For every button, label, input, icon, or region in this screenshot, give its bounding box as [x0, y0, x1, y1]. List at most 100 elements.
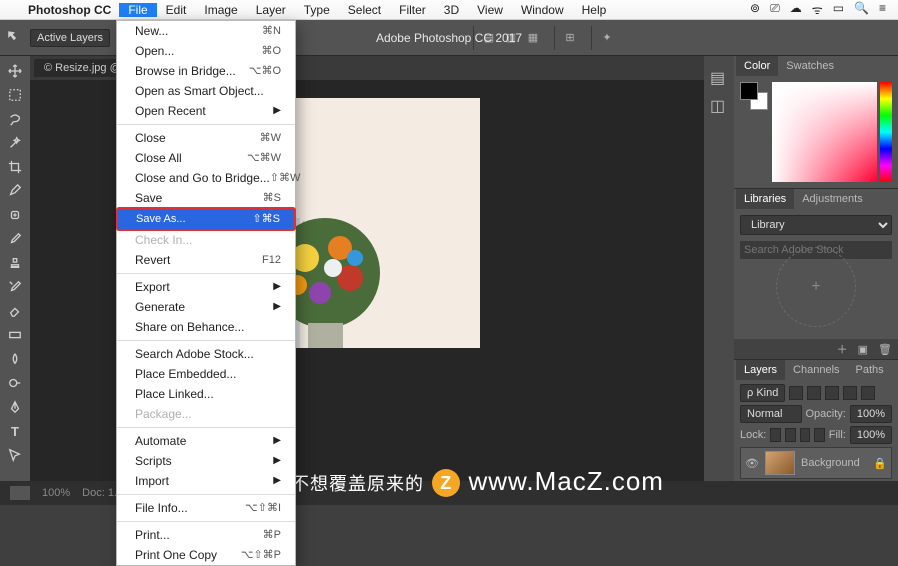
add-icon[interactable]: ＋ — [837, 341, 848, 357]
fill-value[interactable]: 100% — [850, 426, 892, 444]
history-icon[interactable]: ▤ — [710, 68, 728, 86]
file-menu-close-and-go-to-bridge[interactable]: Close and Go to Bridge...⇧⌘W — [117, 168, 295, 188]
filter-shape-icon[interactable] — [843, 386, 857, 400]
tab-libraries[interactable]: Libraries — [736, 189, 794, 209]
align-left-icon[interactable]: ▤ — [480, 29, 498, 47]
file-menu-search-adobe-stock[interactable]: Search Adobe Stock... — [117, 344, 295, 364]
file-menu-new[interactable]: New...⌘N — [117, 21, 295, 41]
wand-tool[interactable] — [3, 132, 27, 154]
foreground-background-swatch[interactable] — [740, 82, 768, 110]
dodge-tool[interactable] — [3, 372, 27, 394]
file-menu-import[interactable]: Import▶ — [117, 471, 295, 491]
file-menu-share-on-behance[interactable]: Share on Behance... — [117, 317, 295, 337]
lock-all-icon[interactable] — [814, 428, 825, 442]
brush-tool[interactable] — [3, 228, 27, 250]
menu-view[interactable]: View — [468, 3, 512, 17]
lock-position-icon[interactable] — [800, 428, 811, 442]
add-to-library-drop[interactable]: + — [776, 247, 856, 327]
menu-filter[interactable]: Filter — [390, 3, 435, 17]
file-menu-save-as[interactable]: Save As...⇧⌘S — [117, 208, 295, 230]
file-menu-file-info[interactable]: File Info...⌥⇧⌘I — [117, 498, 295, 518]
filter-adjust-icon[interactable] — [807, 386, 821, 400]
tab-paths[interactable]: Paths — [848, 360, 892, 380]
visibility-icon[interactable]: 👁 — [745, 457, 759, 470]
tab-adjustments[interactable]: Adjustments — [794, 189, 871, 209]
blur-tool[interactable] — [3, 348, 27, 370]
stock-icon[interactable]: ▣ — [858, 343, 868, 356]
file-menu-print-one-copy[interactable]: Print One Copy⌥⇧⌘P — [117, 545, 295, 565]
file-menu-generate[interactable]: Generate▶ — [117, 297, 295, 317]
3d-mode-icon[interactable]: ✦ — [598, 29, 616, 47]
blend-mode-select[interactable]: Normal — [740, 405, 802, 423]
filter-type-icon[interactable] — [825, 386, 839, 400]
crop-tool[interactable] — [3, 156, 27, 178]
hue-slider[interactable] — [880, 82, 892, 182]
library-select[interactable]: Library — [740, 215, 892, 235]
menu-select[interactable]: Select — [339, 3, 390, 17]
file-menu-place-linked[interactable]: Place Linked... — [117, 384, 295, 404]
search-icon[interactable]: 🔍 — [854, 1, 869, 18]
file-menu-open-as-smart-object[interactable]: Open as Smart Object... — [117, 81, 295, 101]
lock-pixels-icon[interactable] — [785, 428, 796, 442]
file-menu-open-recent[interactable]: Open Recent▶ — [117, 101, 295, 121]
wifi-icon[interactable]: ᯤ — [812, 1, 823, 18]
menu-type[interactable]: Type — [295, 3, 339, 17]
eraser-tool[interactable] — [3, 300, 27, 322]
pen-tool[interactable] — [3, 396, 27, 418]
trash-icon[interactable]: 🗑 — [878, 343, 892, 356]
move-tool-icon[interactable] — [6, 29, 24, 47]
gradient-tool[interactable] — [3, 324, 27, 346]
healing-tool[interactable] — [3, 204, 27, 226]
align-right-icon[interactable]: ▦ — [524, 29, 542, 47]
menu-3d[interactable]: 3D — [435, 3, 468, 17]
battery-icon[interactable]: ▭ — [833, 1, 844, 18]
display-icon[interactable]: ⎚ — [770, 1, 780, 18]
file-menu-print[interactable]: Print...⌘P — [117, 525, 295, 545]
filter-pixel-icon[interactable] — [789, 386, 803, 400]
file-menu-export[interactable]: Export▶ — [117, 277, 295, 297]
lock-icon[interactable]: 🔒 — [873, 457, 887, 470]
tab-layers[interactable]: Layers — [736, 360, 785, 380]
file-menu-scripts[interactable]: Scripts▶ — [117, 451, 295, 471]
color-picker[interactable] — [772, 82, 877, 182]
menu-window[interactable]: Window — [512, 3, 573, 17]
file-menu-close-all[interactable]: Close All⌥⌘W — [117, 148, 295, 168]
lasso-tool[interactable] — [3, 108, 27, 130]
menu-edit[interactable]: Edit — [157, 3, 196, 17]
menu-help[interactable]: Help — [573, 3, 616, 17]
file-menu-revert[interactable]: RevertF12 — [117, 250, 295, 270]
menu-layer[interactable]: Layer — [247, 3, 295, 17]
marquee-tool[interactable] — [3, 84, 27, 106]
layer-item-background[interactable]: 👁 Background 🔒 — [740, 447, 892, 479]
file-menu-browse-in-bridge[interactable]: Browse in Bridge...⌥⌘O — [117, 61, 295, 81]
file-menu-save[interactable]: Save⌘S — [117, 188, 295, 208]
tab-channels[interactable]: Channels — [785, 360, 847, 380]
tab-color[interactable]: Color — [736, 56, 778, 76]
menu-icon[interactable]: ≡ — [879, 1, 886, 18]
file-menu-place-embedded[interactable]: Place Embedded... — [117, 364, 295, 384]
layer-select[interactable]: Active Layers — [30, 29, 110, 47]
move-tool[interactable] — [3, 60, 27, 82]
stamp-tool[interactable] — [3, 252, 27, 274]
align-center-icon[interactable]: ▥ — [502, 29, 520, 47]
filter-smart-icon[interactable] — [861, 386, 875, 400]
file-menu-automate[interactable]: Automate▶ — [117, 431, 295, 451]
tab-swatches[interactable]: Swatches — [778, 56, 842, 76]
eyedropper-tool[interactable] — [3, 180, 27, 202]
menu-image[interactable]: Image — [195, 3, 246, 17]
app-name[interactable]: Photoshop CC — [20, 3, 119, 17]
distribute-icon[interactable]: ⊞ — [561, 29, 579, 47]
cloud-icon[interactable]: ☁ — [790, 1, 802, 18]
type-tool[interactable]: T — [3, 420, 27, 442]
file-menu-open[interactable]: Open...⌘O — [117, 41, 295, 61]
layer-kind-select[interactable]: ρ Kind — [740, 384, 785, 402]
history-brush-tool[interactable] — [3, 276, 27, 298]
menu-file[interactable]: File — [119, 3, 156, 17]
opacity-value[interactable]: 100% — [850, 405, 892, 423]
layer-thumbnail[interactable] — [765, 451, 795, 475]
path-tool[interactable] — [3, 444, 27, 466]
lock-transparency-icon[interactable] — [770, 428, 781, 442]
zoom-level[interactable]: 100% — [42, 487, 70, 499]
file-menu-close[interactable]: Close⌘W — [117, 128, 295, 148]
properties-icon[interactable]: ◫ — [710, 96, 728, 114]
